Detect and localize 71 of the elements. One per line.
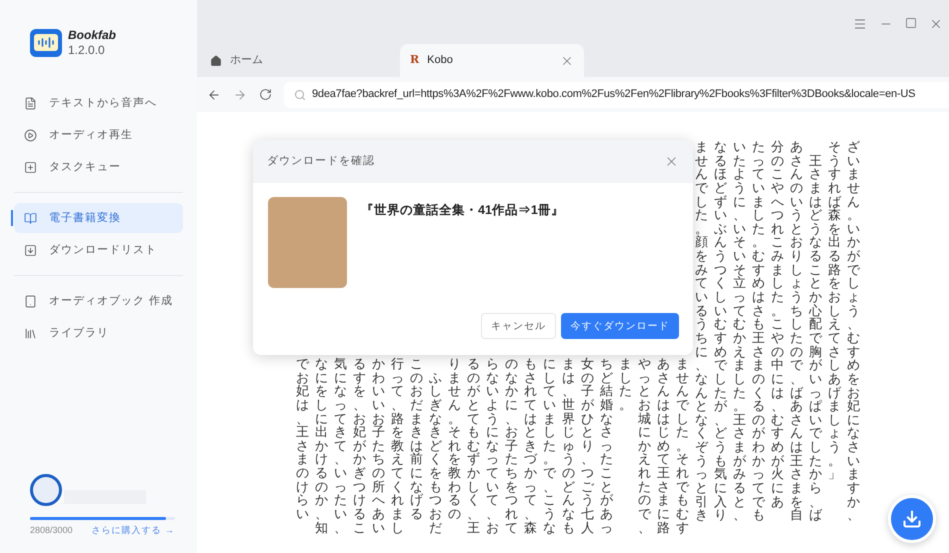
nav-item[interactable]: タスクキュー	[14, 152, 183, 182]
home-icon	[210, 54, 222, 66]
text-column: あさんははじめて王さまに路	[657, 357, 670, 534]
forward-icon[interactable]	[233, 88, 247, 102]
browser-tab[interactable]: ホーム	[200, 44, 400, 77]
maximize-icon[interactable]	[905, 17, 917, 29]
text-column: るのがとてもむずかしく、王	[467, 357, 480, 534]
nav-item[interactable]: テキストから音声へ	[14, 88, 183, 118]
usage-count: 2808/3000	[30, 524, 73, 536]
text-column: まは、世界じゅうのどんなも	[562, 357, 575, 534]
menu-icon[interactable]	[853, 17, 867, 31]
tablet-icon	[24, 294, 37, 308]
download-fab[interactable]	[888, 495, 936, 543]
app-logo-icon	[30, 29, 62, 57]
text-column: なるほどずいぶんうつくしいむすめでしたが、どうも気に入り	[714, 140, 727, 534]
text-column: にしていました。で、こうな	[543, 357, 556, 534]
text-column: たっていました。むすめはさも王さまのくるのがわかってでも	[752, 140, 765, 534]
nav-item[interactable]: オーディオ再生	[14, 120, 183, 150]
download-icon	[902, 509, 922, 529]
text-column: るすを、お妃がかぎつけるこ	[353, 357, 366, 534]
library-icon	[24, 326, 37, 340]
text-column: 気になってきて、いったい、	[334, 357, 347, 534]
address-field[interactable]: 9dea7fae?backref_url=https%3A%2F%2Fwww.kobo.com%2Fus%2Fen%2Flibrary%2Fbooks%3Ffilter%3DBooks&locale=en-US	[284, 82, 949, 108]
text-column: そうすれば森を出る路をおしえてさしあげましょう。」	[828, 140, 841, 534]
text-column: 王さまはどうなることか心配で胸がいっぱいでしたから、ば	[809, 140, 822, 534]
tab-logo: R	[410, 52, 420, 68]
buy-more-link[interactable]: さらに購入する →	[91, 524, 175, 537]
nav-item[interactable]: オーディオブック 作成	[14, 286, 183, 316]
download-icon	[24, 244, 37, 256]
text-column: らないようになっていて、お	[486, 357, 499, 534]
document-icon	[24, 96, 37, 110]
tab-label: Kobo	[427, 53, 453, 68]
text-column: ちど結婚なさったことがあっ	[600, 357, 613, 534]
browser-tab[interactable]: R Kobo	[400, 44, 584, 77]
app-version: 1.2.0.0	[68, 43, 106, 58]
text-column: 女の子がひとり、つごう七人	[581, 357, 594, 534]
nav-item[interactable]: 電子書籍変換	[14, 203, 183, 233]
nav-item[interactable]: ライブラリ	[14, 318, 183, 348]
selected-indicator	[11, 210, 13, 226]
plus-square-icon	[24, 160, 37, 174]
dialog-title: ダウンロードを確認	[267, 154, 375, 170]
text-column: ざいません。いかがでしょう、むすめをお妃になさいますか、	[847, 140, 860, 534]
text-column: やっとお城にかえれたので、	[638, 357, 651, 534]
text-column: ませんでした。それでもむす	[676, 357, 689, 534]
search-icon	[294, 88, 306, 100]
download-now-button[interactable]: 今すぐダウンロード	[561, 313, 679, 339]
text-column: ました。	[619, 357, 632, 534]
text-column: かわいいお子たちの所へあい	[372, 357, 385, 534]
app-name: Bookfab	[68, 28, 116, 43]
text-column: もされてはときづかって、森	[524, 357, 537, 534]
book-title: 『世界の童話全集・41作品⇒1冊』	[361, 202, 564, 219]
book-icon	[24, 212, 37, 224]
tab-label: ホーム	[230, 53, 263, 68]
text-column: このおだまきは前になげる	[410, 357, 423, 534]
nav-item[interactable]: ダウンロードリスト	[14, 235, 183, 265]
close-icon[interactable]	[929, 17, 943, 31]
text-column: でお妃は、王さまのけらい	[296, 357, 309, 534]
text-column: ませんでした。顔をみているうちに、なんとなくぞうっと引き	[695, 140, 708, 534]
text-column: のなかに、お子たちをつれて	[505, 357, 518, 534]
text-column: あさんのいうとおりしょうちしたので、ばあさんは王さまを自	[790, 140, 803, 534]
text-column: なにをしに出かけるのか、知	[315, 357, 328, 534]
text-column: りません。それを教わるの	[448, 357, 461, 534]
back-icon[interactable]	[207, 88, 221, 102]
text-column: いたように、いそいそ立ってむかえました。王さまがみると、	[733, 140, 746, 534]
text-column: ふしぎなきどくをもつおだ	[429, 357, 442, 534]
text-column: 行って、路を教えてくれまし	[391, 357, 404, 534]
cancel-button[interactable]: キャンセル	[481, 313, 556, 339]
play-icon	[24, 128, 37, 142]
text-column: 分のこやへつれこみました。こやの中には、むすめが火にあ	[771, 140, 784, 534]
reload-icon[interactable]	[259, 88, 272, 101]
avatar	[30, 474, 62, 506]
